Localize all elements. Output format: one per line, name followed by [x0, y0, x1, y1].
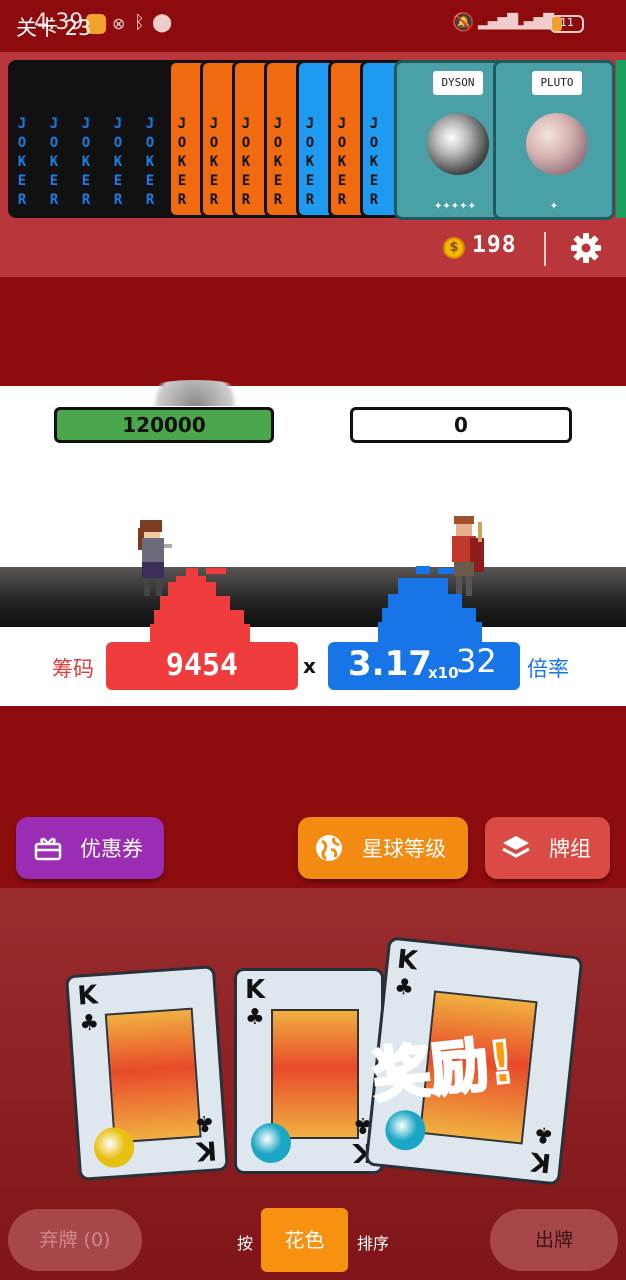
signal-2-icon: ▂▄▆█	[514, 14, 554, 30]
card-rank-bottom: K	[529, 1145, 553, 1178]
planet-name: DYSON	[433, 71, 483, 95]
card-suit: ♣	[393, 974, 416, 1002]
card-rank: K	[395, 944, 419, 977]
card-rank: K	[245, 975, 266, 1005]
card-suit-bottom: ♣	[532, 1120, 555, 1148]
card-rank: K	[76, 980, 99, 1012]
play-hand-button[interactable]: 出牌	[490, 1209, 618, 1271]
sort-by-suit-button[interactable]: 花色	[261, 1208, 348, 1272]
enemy-hp-bar: 0	[350, 407, 572, 443]
player-hp-bar: 120000	[54, 407, 274, 443]
chips-value: 9454	[165, 648, 239, 683]
chips-flame	[150, 568, 250, 644]
globe-icon	[316, 835, 342, 861]
joker-label: JOKER	[145, 116, 155, 208]
planet-level-button[interactable]: 星球等级	[298, 817, 468, 879]
location-icon: ⬤	[152, 12, 173, 33]
joker-label: JOKER	[49, 116, 59, 208]
mult-base: x10	[428, 664, 459, 682]
player-hp: 120000	[122, 413, 206, 437]
deck-button[interactable]: 牌组	[485, 817, 610, 879]
joker-label: JOKER	[305, 116, 315, 208]
mult-box: 3.17 x10 32	[328, 642, 520, 690]
nfc-icon: ⊗	[112, 14, 126, 33]
card-rank-bottom: K	[195, 1134, 218, 1166]
battery-level: 11	[560, 16, 574, 29]
settings-gear-icon[interactable]	[570, 232, 602, 264]
discard-button[interactable]: 弃牌 (0)	[8, 1209, 142, 1271]
card-suit: ♣	[245, 1005, 265, 1030]
reward-banner: 奖励!	[368, 1026, 520, 1112]
hand-card[interactable]: K ♣ K ♣	[234, 968, 384, 1174]
status-bar: 4:39 ⊗ ᛒ ⬤ 🔕 ▂▄▆█ ▂▄▆█ 11	[0, 0, 626, 52]
king-portrait	[271, 1009, 359, 1139]
planet-silhouette	[140, 380, 250, 406]
joker-label: JOKER	[337, 116, 347, 208]
joker-label: JOKER	[177, 116, 187, 208]
layers-icon	[502, 836, 530, 858]
sort-suffix: 排序	[357, 1234, 390, 1253]
enemy-hp: 0	[454, 413, 468, 437]
mult-flame	[378, 566, 482, 644]
deck-label: 牌组	[549, 837, 591, 861]
partial-card	[616, 60, 626, 218]
mult-exponent: 32	[456, 642, 497, 680]
hand-card[interactable]: K ♣ K ♣	[64, 965, 230, 1181]
chips-label: 筹码	[52, 657, 94, 681]
joker-label: JOKER	[17, 116, 27, 208]
joker-label: JOKER	[273, 116, 283, 208]
dyson-planet-icon	[427, 113, 489, 175]
coin-icon: $	[443, 237, 465, 259]
card-suit: ♣	[78, 1010, 100, 1037]
battery-icon: 11	[550, 15, 584, 33]
gift-icon	[34, 837, 62, 861]
multiply-sign: x	[303, 654, 316, 678]
joker-strip[interactable]: JOKER JOKER JOKER JOKER JOKER JOKER JOKER JOKER…	[0, 60, 626, 222]
header-divider	[544, 232, 546, 266]
card-seal-icon	[251, 1123, 291, 1163]
battle-ground	[0, 567, 626, 627]
joker-label: JOKER	[81, 116, 91, 208]
joker-label: JOKER	[241, 116, 251, 208]
coin-count: 198	[472, 232, 517, 258]
pluto-planet-icon	[526, 113, 588, 175]
coupon-label: 优惠券	[80, 837, 143, 861]
chips-box: 9454	[106, 642, 298, 690]
card-suit-bottom: ♣	[194, 1109, 216, 1136]
coupon-button[interactable]: 优惠券	[16, 817, 164, 879]
joker-label: JOKER	[369, 116, 379, 208]
planet-card-pluto[interactable]: PLUTO ✦	[493, 60, 615, 220]
mult-mantissa: 3.17	[348, 644, 432, 684]
bluetooth-icon: ᛒ	[134, 12, 145, 33]
planet-level-label: 星球等级	[362, 837, 446, 861]
mute-icon: 🔕	[452, 12, 475, 33]
sort-prefix: 按	[237, 1234, 254, 1253]
planet-level-stars: ✦	[549, 201, 559, 212]
joker-label: JOKER	[113, 116, 123, 208]
signal-icon: ▂▄▆█	[478, 14, 518, 30]
mult-label: 倍率	[527, 657, 569, 681]
joker-label: JOKER	[209, 116, 219, 208]
king-portrait	[104, 1007, 202, 1144]
level-label: 关卡 23	[16, 16, 92, 40]
planet-name: PLUTO	[532, 71, 582, 95]
